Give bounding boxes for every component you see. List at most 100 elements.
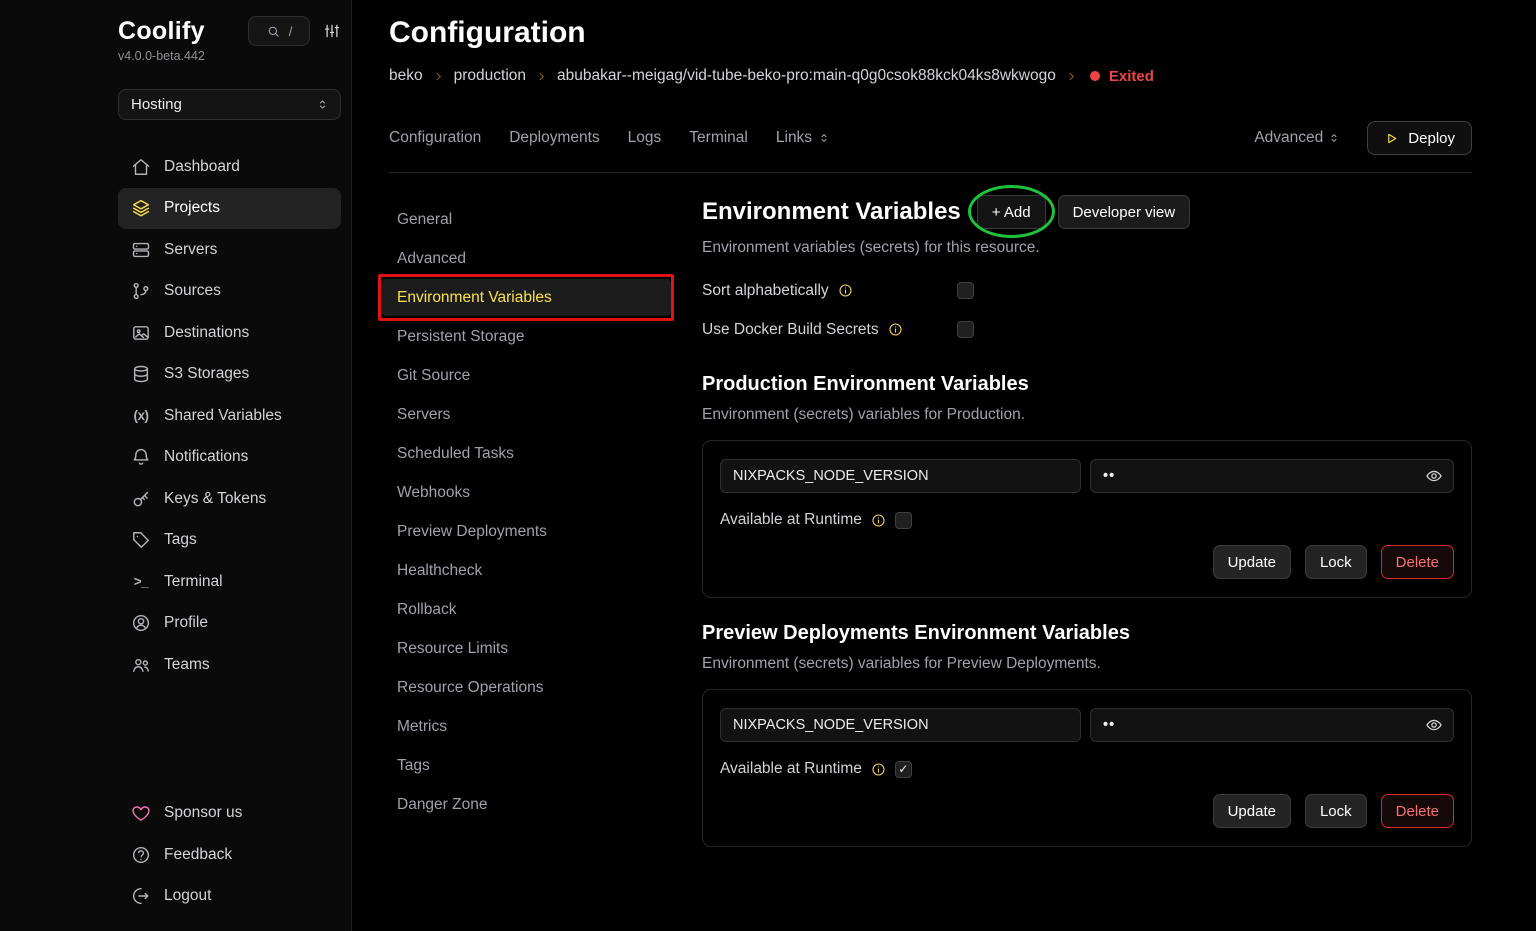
layers-icon: [131, 198, 151, 218]
sidebar-item-tags[interactable]: Tags: [118, 520, 341, 562]
sidebar-item-sponsor-us[interactable]: Sponsor us: [118, 793, 341, 835]
sidebar-item-label: Sources: [164, 282, 221, 300]
sidebar-item-label: Tags: [164, 531, 197, 549]
subnav-item-preview-deployments[interactable]: Preview Deployments: [389, 512, 688, 551]
coolify-logo: Coolify: [118, 17, 205, 46]
subnav-item-resource-limits[interactable]: Resource Limits: [389, 629, 688, 668]
eye-icon[interactable]: [1425, 467, 1443, 485]
sidebar-item-logout[interactable]: Logout: [118, 876, 341, 918]
subnav-item-danger-zone[interactable]: Danger Zone: [389, 785, 688, 824]
available-at-runtime-checkbox[interactable]: ✓: [895, 761, 912, 778]
info-icon: [888, 322, 903, 337]
subnav-item-webhooks[interactable]: Webhooks: [389, 473, 688, 512]
tabs: Configuration Deployments Logs Terminal Link…: [389, 129, 831, 147]
sidebar-item-s3-storages[interactable]: S3 Storages: [118, 354, 341, 396]
chevron-up-down-icon: [817, 131, 831, 145]
sidebar-item-label: Projects: [164, 199, 220, 217]
sidebar-item-profile[interactable]: Profile: [118, 603, 341, 645]
advanced-select[interactable]: Advanced: [1254, 129, 1341, 147]
subnav-item-scheduled-tasks[interactable]: Scheduled Tasks: [389, 434, 688, 473]
subnav-item-general[interactable]: General: [389, 200, 688, 239]
sidebar-item-servers[interactable]: Servers: [118, 229, 341, 271]
subnav-item-servers[interactable]: Servers: [389, 395, 688, 434]
terminal-icon: >_: [131, 572, 151, 592]
version-label: v4.0.0-beta.442: [118, 49, 341, 63]
subnav-item-healthcheck[interactable]: Healthcheck: [389, 551, 688, 590]
subnav-item-persistent-storage[interactable]: Persistent Storage: [389, 317, 688, 356]
use-docker-build-secrets-checkbox[interactable]: [957, 321, 974, 338]
subnav-item-metrics[interactable]: Metrics: [389, 707, 688, 746]
delete-button[interactable]: Delete: [1381, 794, 1454, 828]
lock-button[interactable]: Lock: [1305, 794, 1367, 828]
sidebar-item-sources[interactable]: Sources: [118, 271, 341, 313]
sidebar-footer: Sponsor us FeedbackLogout: [118, 793, 341, 918]
sidebar-item-label: Keys & Tokens: [164, 490, 266, 508]
developer-view-button[interactable]: Developer view: [1058, 195, 1191, 229]
chevron-up-down-icon: [1327, 131, 1341, 145]
available-at-runtime-checkbox[interactable]: [895, 512, 912, 529]
env-value-input[interactable]: [1090, 708, 1454, 742]
coolify-app: Coolify / v4.0.0-beta.442 Hosting Dashbo…: [0, 0, 1536, 931]
deploy-button[interactable]: Deploy: [1367, 121, 1472, 155]
env-name-input[interactable]: [720, 708, 1081, 742]
subnav-item-advanced[interactable]: Advanced: [389, 239, 688, 278]
tab-links[interactable]: Links: [776, 129, 831, 147]
git-branch-icon: [131, 281, 151, 301]
status-dot: [1090, 71, 1100, 81]
sidebar-item-label: Teams: [164, 656, 210, 674]
add-button-wrap: + Add: [977, 195, 1046, 229]
search-shortcut-hint: /: [289, 24, 293, 39]
tab-deployments[interactable]: Deployments: [509, 129, 599, 147]
sidebar-item-shared-variables[interactable]: (x) Shared Variables: [118, 395, 341, 437]
sidebar-item-terminal[interactable]: >_Terminal: [118, 561, 341, 603]
sidebar-item-projects[interactable]: Projects: [118, 188, 341, 230]
env-value-input[interactable]: [1090, 459, 1454, 493]
add-button[interactable]: + Add: [977, 195, 1046, 229]
sidebar-item-feedback[interactable]: Feedback: [118, 834, 341, 876]
sidebar-item-label: Destinations: [164, 324, 249, 342]
env-name-input[interactable]: [720, 459, 1081, 493]
key-icon: [131, 489, 151, 509]
team-select[interactable]: Hosting: [118, 89, 341, 120]
sidebar-item-teams[interactable]: Teams: [118, 644, 341, 686]
update-button[interactable]: Update: [1213, 794, 1291, 828]
sidebar-item-dashboard[interactable]: Dashboard: [118, 146, 341, 188]
database-icon: [131, 364, 151, 384]
sidebar-item-keys-tokens[interactable]: Keys & Tokens: [118, 478, 341, 520]
heart-icon: [131, 803, 151, 823]
preview-env-subtitle: Environment (secrets) variables for Prev…: [702, 655, 1472, 673]
breadcrumb-project[interactable]: beko: [389, 67, 423, 85]
question-icon: [131, 845, 151, 865]
subnav-item-rollback[interactable]: Rollback: [389, 590, 688, 629]
sort-alphabetically-checkbox[interactable]: [957, 282, 974, 299]
tab-configuration[interactable]: Configuration: [389, 129, 481, 147]
breadcrumb-environment[interactable]: production: [454, 67, 526, 85]
chevron-right-icon: [1065, 70, 1078, 83]
sidebar-item-label: Servers: [164, 241, 217, 259]
sidebar-item-label: Profile: [164, 614, 208, 632]
chevron-right-icon: [535, 70, 548, 83]
search-box[interactable]: /: [248, 16, 310, 46]
tab-logs[interactable]: Logs: [628, 129, 662, 147]
sidebar-item-label: Shared Variables: [164, 407, 282, 425]
subnav-item-resource-operations[interactable]: Resource Operations: [389, 668, 688, 707]
breadcrumb-resource[interactable]: abubakar--meigag/vid-tube-beko-pro:main-…: [557, 67, 1056, 85]
subnav-item-environment-variables[interactable]: Environment Variables: [389, 278, 688, 317]
production-env-heading: Production Environment Variables: [702, 373, 1472, 396]
shared-variables-icon: (x): [131, 406, 151, 426]
update-button[interactable]: Update: [1213, 545, 1291, 579]
runtime-label: Available at Runtime: [720, 760, 862, 778]
home-icon: [131, 157, 151, 177]
sidebar-item-notifications[interactable]: Notifications: [118, 437, 341, 479]
eye-icon[interactable]: [1425, 716, 1443, 734]
sidebar-item-label: Dashboard: [164, 158, 240, 176]
env-value-wrap: [1090, 708, 1454, 742]
subnav-item-git-source[interactable]: Git Source: [389, 356, 688, 395]
filter-sliders-icon[interactable]: [323, 22, 341, 40]
sidebar-item-label: Sponsor us: [164, 804, 242, 822]
delete-button[interactable]: Delete: [1381, 545, 1454, 579]
tab-terminal[interactable]: Terminal: [689, 129, 748, 147]
sidebar-item-destinations[interactable]: Destinations: [118, 312, 341, 354]
lock-button[interactable]: Lock: [1305, 545, 1367, 579]
subnav-item-tags[interactable]: Tags: [389, 746, 688, 785]
